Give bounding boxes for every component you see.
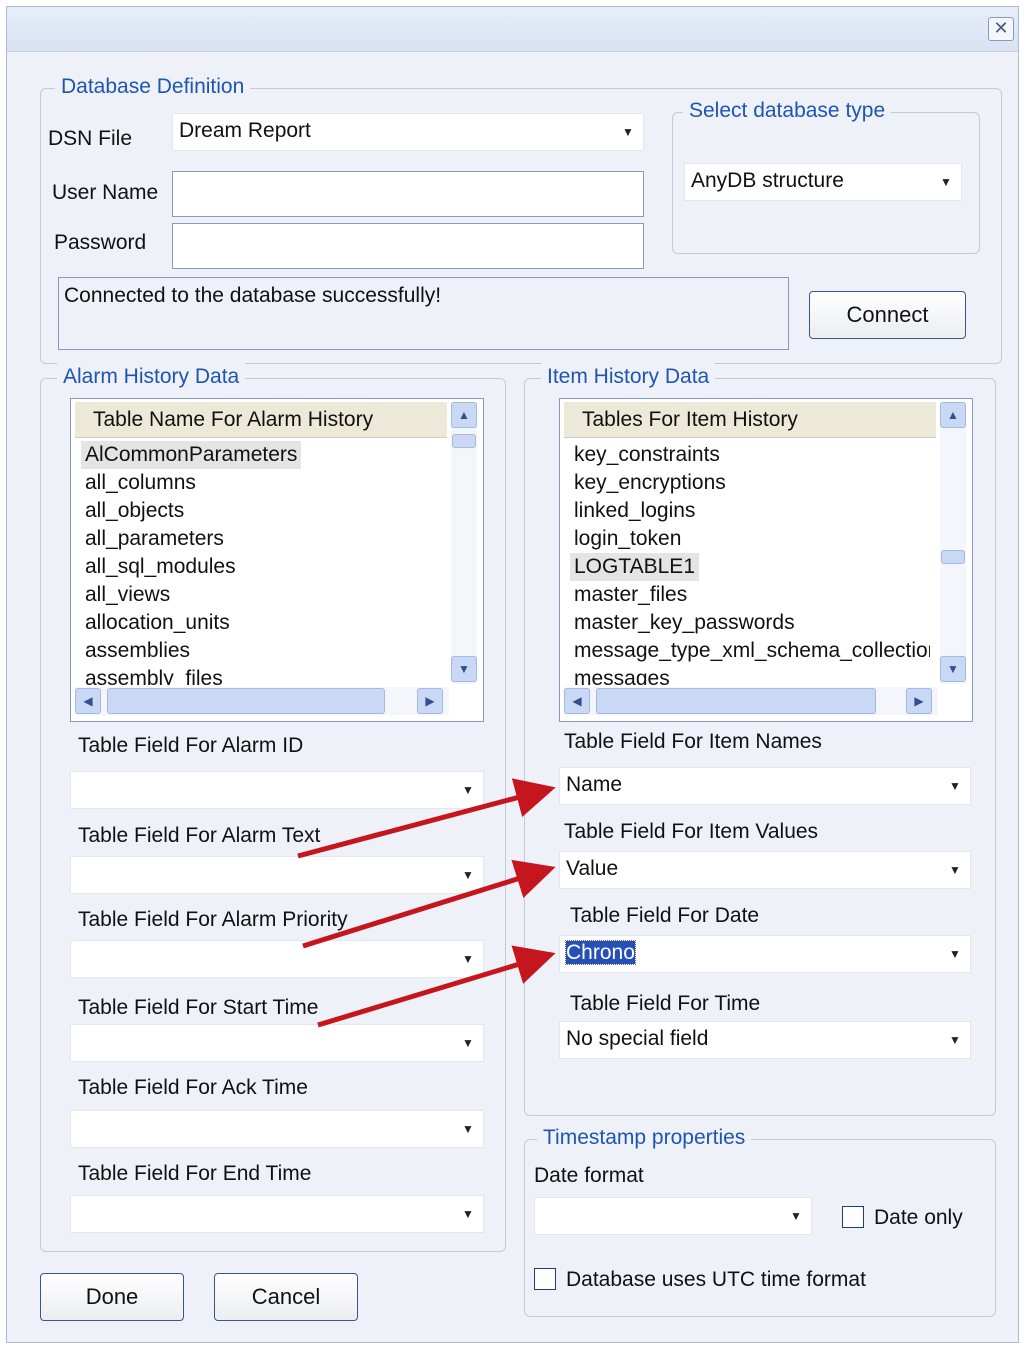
annotation-arrow <box>317 945 556 1028</box>
annotation-arrow <box>302 859 556 949</box>
annotation-arrows <box>297 778 556 1028</box>
annotation-arrow <box>297 778 556 859</box>
